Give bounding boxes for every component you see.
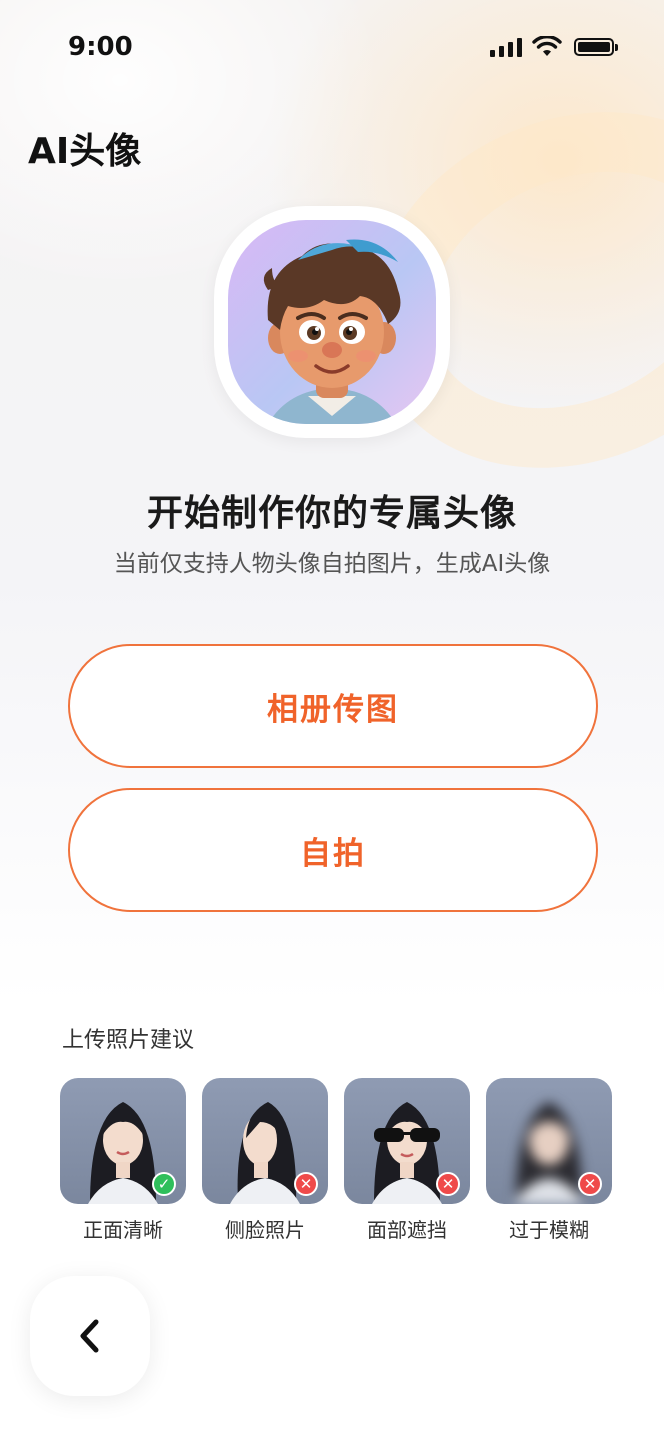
close-icon: ✕	[436, 1172, 460, 1196]
status-bar: 9:00	[0, 0, 664, 96]
upload-from-album-button[interactable]: 相册传图	[68, 644, 598, 768]
hero-headline: 开始制作你的专属头像	[146, 493, 517, 534]
tip-item-face-covered: ✕ 面部遮挡	[344, 1078, 470, 1243]
battery-icon	[574, 38, 618, 56]
sample-photo-front: ✓	[60, 1078, 186, 1204]
photo-tips-list: ✓ 正面清晰 ✕ 侧脸照片 ✕ 面部遮挡 ✕ 过于模糊	[60, 1078, 612, 1243]
close-icon: ✕	[578, 1172, 602, 1196]
tip-item-side-face: ✕ 侧脸照片	[202, 1078, 328, 1243]
sample-photo-covered: ✕	[344, 1078, 470, 1204]
tip-label: 正面清晰	[83, 1218, 163, 1242]
photo-tips-title: 上传照片建议	[62, 1028, 195, 1053]
chevron-left-icon	[80, 1319, 99, 1353]
take-selfie-button[interactable]: 自拍	[68, 788, 598, 912]
tip-label: 过于模糊	[509, 1218, 589, 1242]
tip-label: 侧脸照片	[225, 1218, 305, 1242]
avatar-preview	[214, 206, 450, 438]
close-icon: ✕	[294, 1172, 318, 1196]
cartoon-avatar-image	[228, 220, 436, 424]
tip-label: 面部遮挡	[367, 1218, 447, 1242]
wifi-icon	[532, 36, 562, 56]
sample-photo-side: ✕	[202, 1078, 328, 1204]
signal-icon	[490, 38, 522, 57]
back-button[interactable]	[30, 1276, 150, 1396]
status-time: 9:00	[68, 32, 133, 62]
tip-item-too-blurry: ✕ 过于模糊	[486, 1078, 612, 1243]
hero-subline: 当前仅支持人物头像自拍图片，生成AI头像	[113, 551, 551, 577]
tip-item-front-clear: ✓ 正面清晰	[60, 1078, 186, 1243]
check-icon: ✓	[152, 1172, 176, 1196]
page-title: AI头像	[28, 131, 142, 172]
sample-photo-blurry: ✕	[486, 1078, 612, 1204]
